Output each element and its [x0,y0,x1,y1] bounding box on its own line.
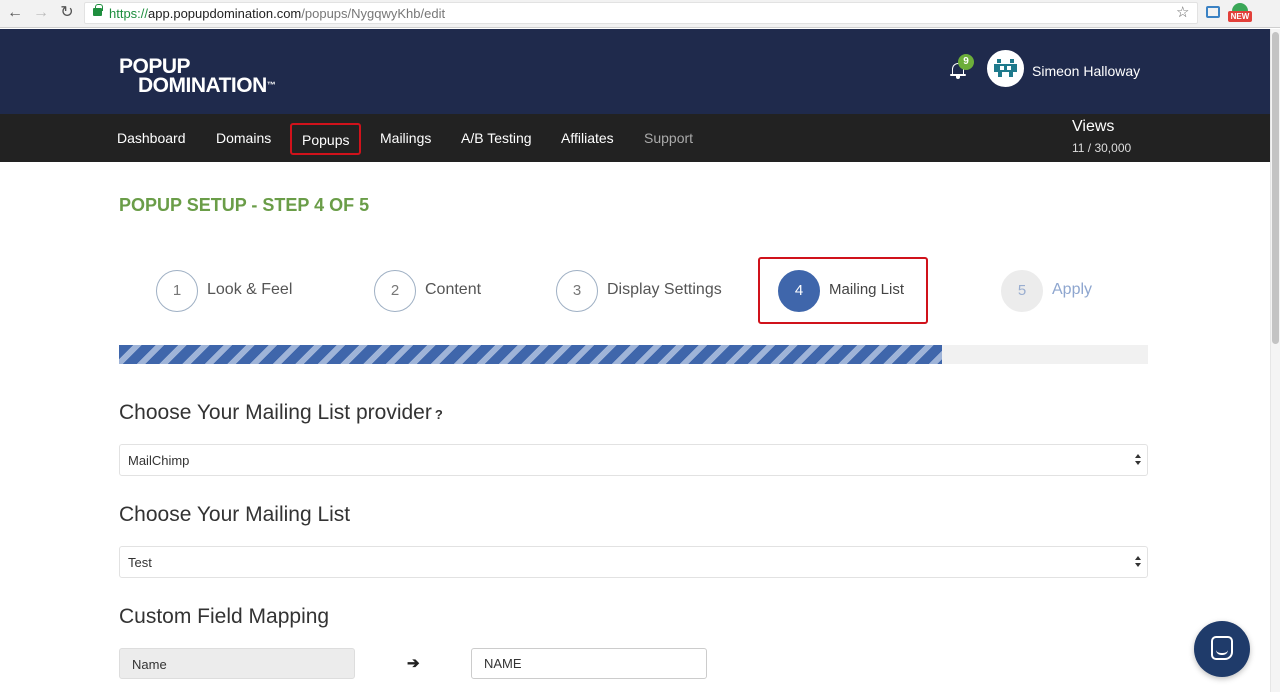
nav-support[interactable]: Support [644,114,693,162]
chat-icon [1211,636,1233,660]
avatar[interactable] [987,50,1024,87]
nav-dashboard[interactable]: Dashboard [117,114,186,162]
new-extension-icon[interactable]: NEW [1228,3,1252,23]
step-label: Display Settings [607,281,722,298]
lock-icon [93,4,103,16]
back-icon[interactable]: ← [6,4,24,22]
step-label: Look & Feel [207,281,293,298]
arrow-right-icon: ➔ [407,655,420,672]
user-name[interactable]: Simeon Halloway [1032,63,1140,79]
scrollbar-thumb[interactable] [1272,32,1279,344]
app-header: POPUP DOMINATION™ 9 Simeon Halloway [0,29,1270,114]
mapping-target-input[interactable] [471,648,707,679]
step-number: 5 [1001,270,1043,312]
setup-progress-bar [119,345,1148,364]
provider-heading: Choose Your Mailing List provider? [119,401,443,424]
bookmark-star-icon[interactable]: ☆ [1176,3,1189,21]
step-number: 1 [156,270,198,312]
provider-select-value: MailChimp [128,453,190,468]
step-number: 3 [556,270,598,312]
views-label: Views [1072,118,1115,135]
reload-icon[interactable]: ↻ [58,4,76,22]
address-bar[interactable]: https://app.popupdomination.com/popups/N… [84,2,1198,24]
step-label: Apply [1052,281,1093,298]
active-step-highlight [758,257,928,324]
nav-affiliates[interactable]: Affiliates [561,114,614,162]
mailing-list-heading: Choose Your Mailing List [119,503,351,526]
select-arrows-icon [1134,555,1142,569]
nav-ab-testing[interactable]: A/B Testing [461,114,532,162]
mailing-list-select[interactable]: Test [119,546,1148,578]
browser-toolbar: ← → ↻ https://app.popupdomination.com/po… [0,0,1280,28]
step-label: Content [425,281,482,298]
notification-badge[interactable]: 9 [958,54,974,70]
extension-icon[interactable] [1206,6,1220,18]
nav-mailings[interactable]: Mailings [380,114,431,162]
provider-select[interactable]: MailChimp [119,444,1148,476]
views-count: 11 / 30,000 [1072,141,1132,155]
space-invader-icon [994,59,1017,78]
chat-launcher-button[interactable] [1194,621,1250,677]
nav-domains[interactable]: Domains [216,114,271,162]
progress-fill [119,345,943,364]
help-icon[interactable]: ? [435,407,443,422]
page-title: POPUP SETUP - STEP 4 OF 5 [119,195,370,215]
mapping-source-field: Name [119,648,355,679]
popup-domination-logo[interactable]: POPUP DOMINATION™ [119,56,276,96]
field-mapping-heading: Custom Field Mapping [119,605,330,628]
nav-popups[interactable]: Popups [290,123,362,155]
step-number: 2 [374,270,416,312]
url-text: https://app.popupdomination.com/popups/N… [109,6,446,21]
forward-icon[interactable]: → [32,4,50,22]
mailing-list-select-value: Test [128,555,152,570]
select-arrows-icon [1134,453,1142,467]
